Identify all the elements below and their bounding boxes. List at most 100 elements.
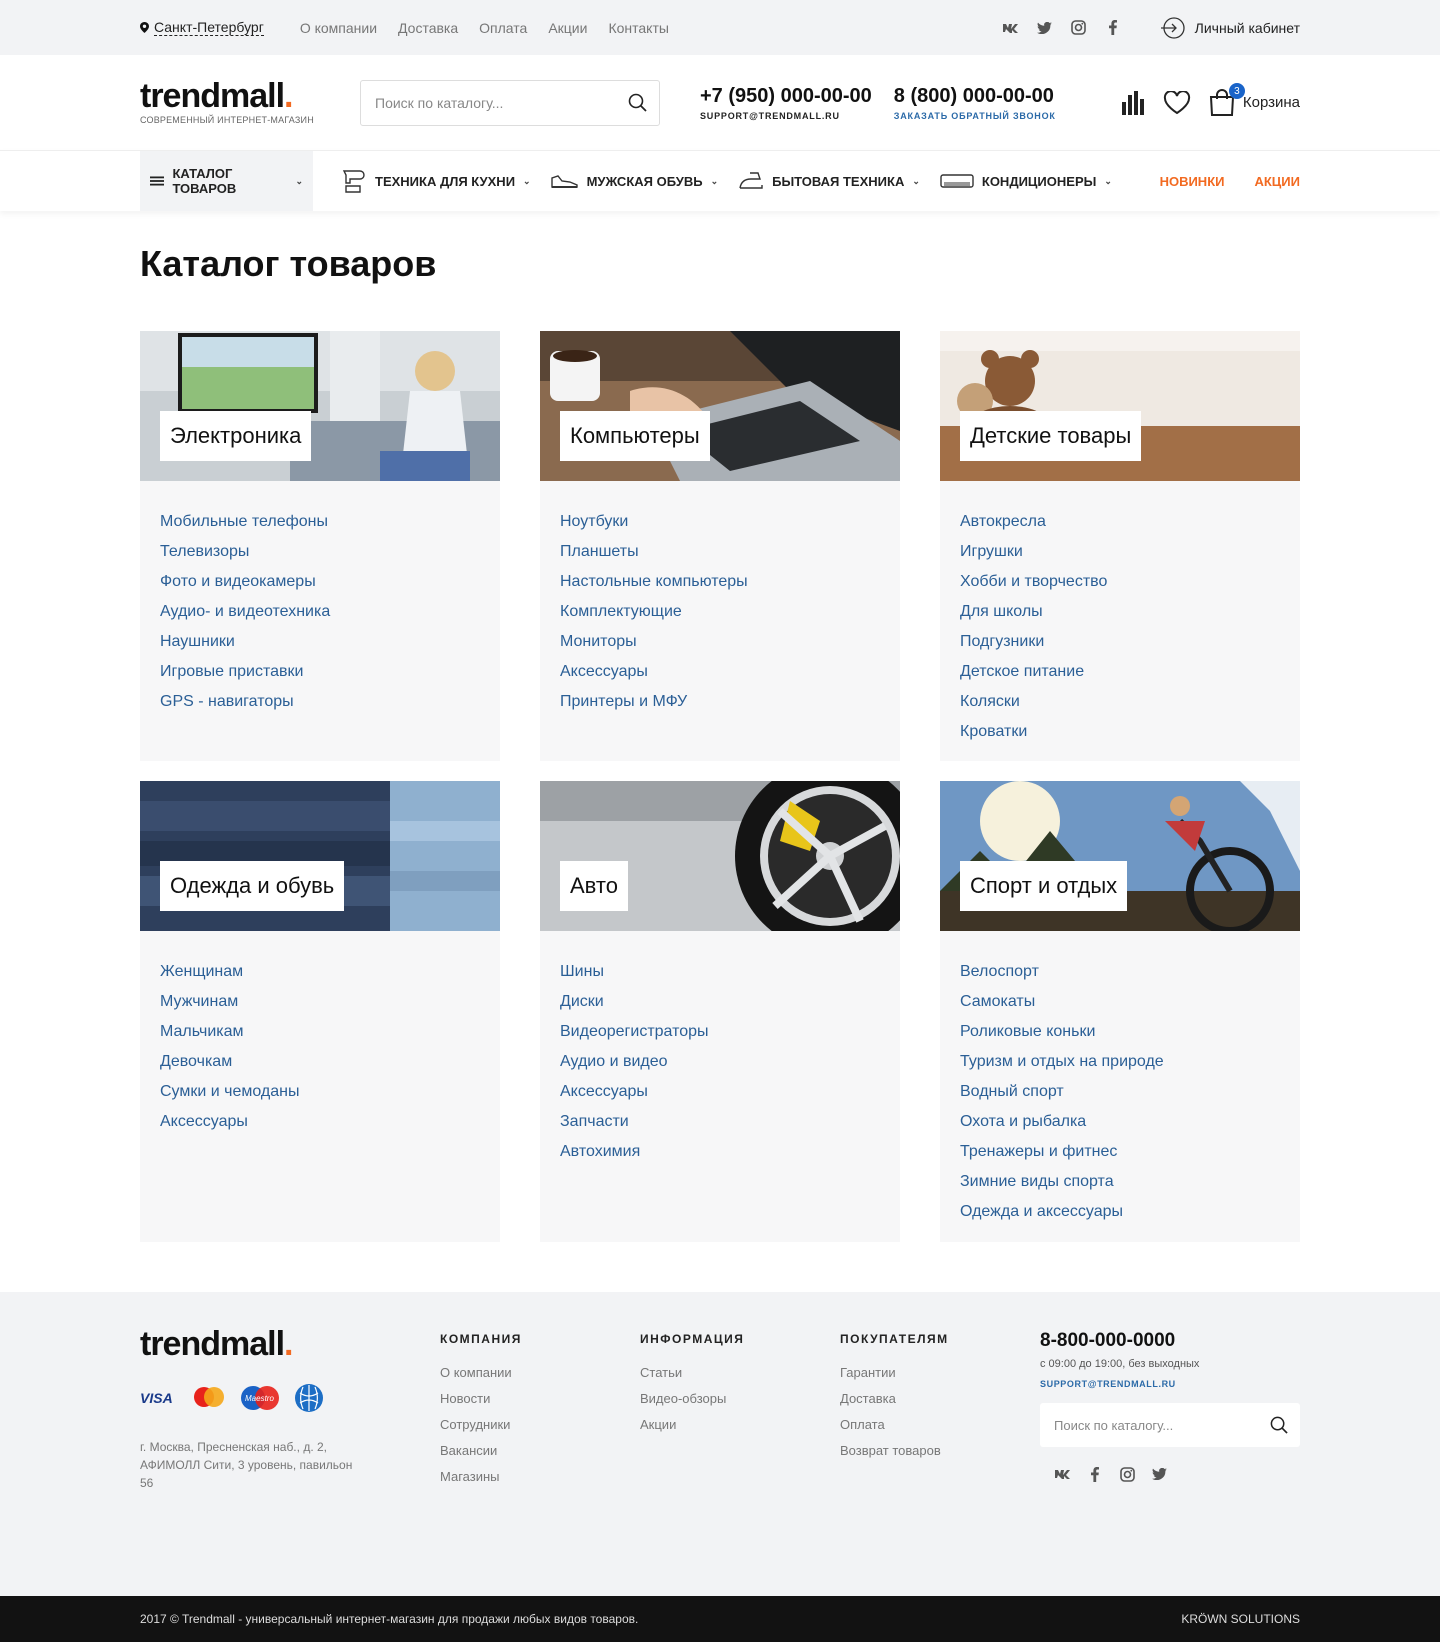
logo[interactable]: trendmall. СОВРЕМЕННЫЙ ИНТЕРНЕТ-МАГАЗИН	[140, 79, 360, 125]
category-image[interactable]: Детские товары	[940, 331, 1300, 481]
category-link[interactable]: GPS - навигаторы	[160, 687, 480, 717]
category-link[interactable]: Настольные компьютеры	[560, 567, 880, 597]
search-input[interactable]	[375, 94, 628, 111]
category-link[interactable]: Фото и видеокамеры	[160, 567, 480, 597]
category-link[interactable]: Туризм и отдых на природе	[960, 1047, 1280, 1077]
footer-logo[interactable]: trendmall.	[140, 1327, 440, 1361]
category-link[interactable]: Телевизоры	[160, 537, 480, 567]
phone-number-1[interactable]: +7 (950) 000-00-00	[700, 84, 872, 108]
developer-credit[interactable]: KRÖWN SOLUTIONS	[1181, 1612, 1300, 1626]
category-link[interactable]: Мобильные телефоны	[160, 507, 480, 537]
category-title[interactable]: Детские товары	[960, 411, 1142, 461]
category-link[interactable]: Видеорегистраторы	[560, 1017, 880, 1047]
category-link[interactable]: Планшеты	[560, 537, 880, 567]
nav-item-conditioners[interactable]: КОНДИЦИОНЕРЫ ⌄	[940, 172, 1112, 190]
category-title[interactable]: Авто	[560, 861, 628, 911]
category-link[interactable]: Мужчинам	[160, 987, 480, 1017]
category-link[interactable]: Аксессуары	[560, 657, 880, 687]
twitter-icon[interactable]	[1150, 1465, 1168, 1483]
footer-link[interactable]: Вакансии	[440, 1438, 640, 1464]
category-link[interactable]: Мониторы	[560, 627, 880, 657]
category-title[interactable]: Компьютеры	[560, 411, 710, 461]
category-title[interactable]: Электроника	[160, 411, 312, 461]
footer-link[interactable]: Доставка	[840, 1386, 1040, 1412]
phone-number-2[interactable]: 8 (800) 000-00-00	[894, 84, 1056, 108]
city-selector[interactable]: Санкт-Петербург	[140, 19, 264, 36]
category-link[interactable]: Велоспорт	[960, 957, 1280, 987]
footer-phone[interactable]: 8-800-000-0000	[1040, 1330, 1300, 1352]
top-link-about[interactable]: О компании	[300, 20, 377, 36]
category-image[interactable]: Спорт и отдых	[940, 781, 1300, 931]
facebook-icon[interactable]	[1086, 1465, 1104, 1483]
cart-button[interactable]: 3 Корзина	[1209, 83, 1300, 116]
search-icon[interactable]	[628, 93, 647, 112]
category-link[interactable]: Детское питание	[960, 657, 1280, 687]
top-link-promo[interactable]: Акции	[548, 20, 587, 36]
footer-email[interactable]: SUPPORT@TRENDMALL.RU	[1040, 1379, 1300, 1389]
category-link[interactable]: Роликовые коньки	[960, 1017, 1280, 1047]
instagram-icon[interactable]	[1070, 19, 1088, 37]
footer-link[interactable]: О компании	[440, 1360, 640, 1386]
footer-link[interactable]: Гарантии	[840, 1360, 1040, 1386]
heart-icon[interactable]	[1163, 90, 1191, 115]
category-title[interactable]: Одежда и обувь	[160, 861, 345, 911]
category-image[interactable]: Компьютеры	[540, 331, 900, 481]
support-email[interactable]: SUPPORT@TRENDMALL.RU	[700, 111, 872, 121]
category-link[interactable]: Игровые приставки	[160, 657, 480, 687]
instagram-icon[interactable]	[1118, 1465, 1136, 1483]
twitter-icon[interactable]	[1036, 19, 1054, 37]
footer-link[interactable]: Магазины	[440, 1464, 640, 1490]
footer-link[interactable]: Оплата	[840, 1412, 1040, 1438]
nav-item-appliances[interactable]: БЫТОВАЯ ТЕХНИКА ⌄	[738, 170, 920, 192]
vk-icon[interactable]	[1002, 19, 1020, 37]
category-link[interactable]: Коляски	[960, 687, 1280, 717]
category-link[interactable]: Аудио- и видеотехника	[160, 597, 480, 627]
nav-sale-link[interactable]: АКЦИИ	[1254, 174, 1300, 189]
nav-item-kitchen[interactable]: ТЕХНИКА ДЛЯ КУХНИ ⌄	[341, 168, 531, 194]
category-link[interactable]: Девочкам	[160, 1047, 480, 1077]
category-link[interactable]: Автохимия	[560, 1137, 880, 1167]
category-link[interactable]: Аксессуары	[560, 1077, 880, 1107]
category-image[interactable]: Электроника	[140, 331, 500, 481]
category-link[interactable]: Шины	[560, 957, 880, 987]
category-link[interactable]: Принтеры и МФУ	[560, 687, 880, 717]
catalog-menu-button[interactable]: КАТАЛОГ ТОВАРОВ ⌄	[140, 151, 313, 211]
facebook-icon[interactable]	[1104, 19, 1122, 37]
category-link[interactable]: Аксессуары	[160, 1107, 480, 1137]
category-link[interactable]: Водный спорт	[960, 1077, 1280, 1107]
category-link[interactable]: Одежда и аксессуары	[960, 1197, 1280, 1227]
compare-icon[interactable]	[1121, 90, 1145, 116]
footer-search-input[interactable]	[1054, 1417, 1270, 1433]
footer-link[interactable]: Возврат товаров	[840, 1438, 1040, 1464]
category-title[interactable]: Спорт и отдых	[960, 861, 1128, 911]
category-link[interactable]: Автокресла	[960, 507, 1280, 537]
category-link[interactable]: Зимние виды спорта	[960, 1167, 1280, 1197]
nav-item-shoes[interactable]: МУЖСКАЯ ОБУВЬ ⌄	[550, 172, 718, 190]
category-link[interactable]: Охота и рыбалка	[960, 1107, 1280, 1137]
footer-link[interactable]: Новости	[440, 1386, 640, 1412]
account-label[interactable]: Личный кабинет	[1195, 20, 1300, 36]
category-link[interactable]: Комплектующие	[560, 597, 880, 627]
category-link[interactable]: Для школы	[960, 597, 1280, 627]
footer-link[interactable]: Статьи	[640, 1360, 840, 1386]
callback-link[interactable]: ЗАКАЗАТЬ ОБРАТНЫЙ ЗВОНОК	[894, 111, 1056, 121]
vk-icon[interactable]	[1054, 1465, 1072, 1483]
category-link[interactable]: Мальчикам	[160, 1017, 480, 1047]
category-link[interactable]: Запчасти	[560, 1107, 880, 1137]
top-link-delivery[interactable]: Доставка	[398, 20, 458, 36]
category-image[interactable]: Авто	[540, 781, 900, 931]
category-link[interactable]: Наушники	[160, 627, 480, 657]
nav-new-link[interactable]: НОВИНКИ	[1160, 174, 1225, 189]
category-link[interactable]: Тренажеры и фитнес	[960, 1137, 1280, 1167]
account-link[interactable]: Личный кабинет	[1160, 16, 1300, 39]
category-link[interactable]: Самокаты	[960, 987, 1280, 1017]
top-link-contacts[interactable]: Контакты	[608, 20, 668, 36]
top-link-payment[interactable]: Оплата	[479, 20, 527, 36]
footer-link[interactable]: Видео-обзоры	[640, 1386, 840, 1412]
category-link[interactable]: Сумки и чемоданы	[160, 1077, 480, 1107]
category-image[interactable]: Одежда и обувь	[140, 781, 500, 931]
search-icon[interactable]	[1270, 1416, 1288, 1434]
category-link[interactable]: Диски	[560, 987, 880, 1017]
city-name[interactable]: Санкт-Петербург	[154, 19, 264, 36]
footer-link[interactable]: Акции	[640, 1412, 840, 1438]
